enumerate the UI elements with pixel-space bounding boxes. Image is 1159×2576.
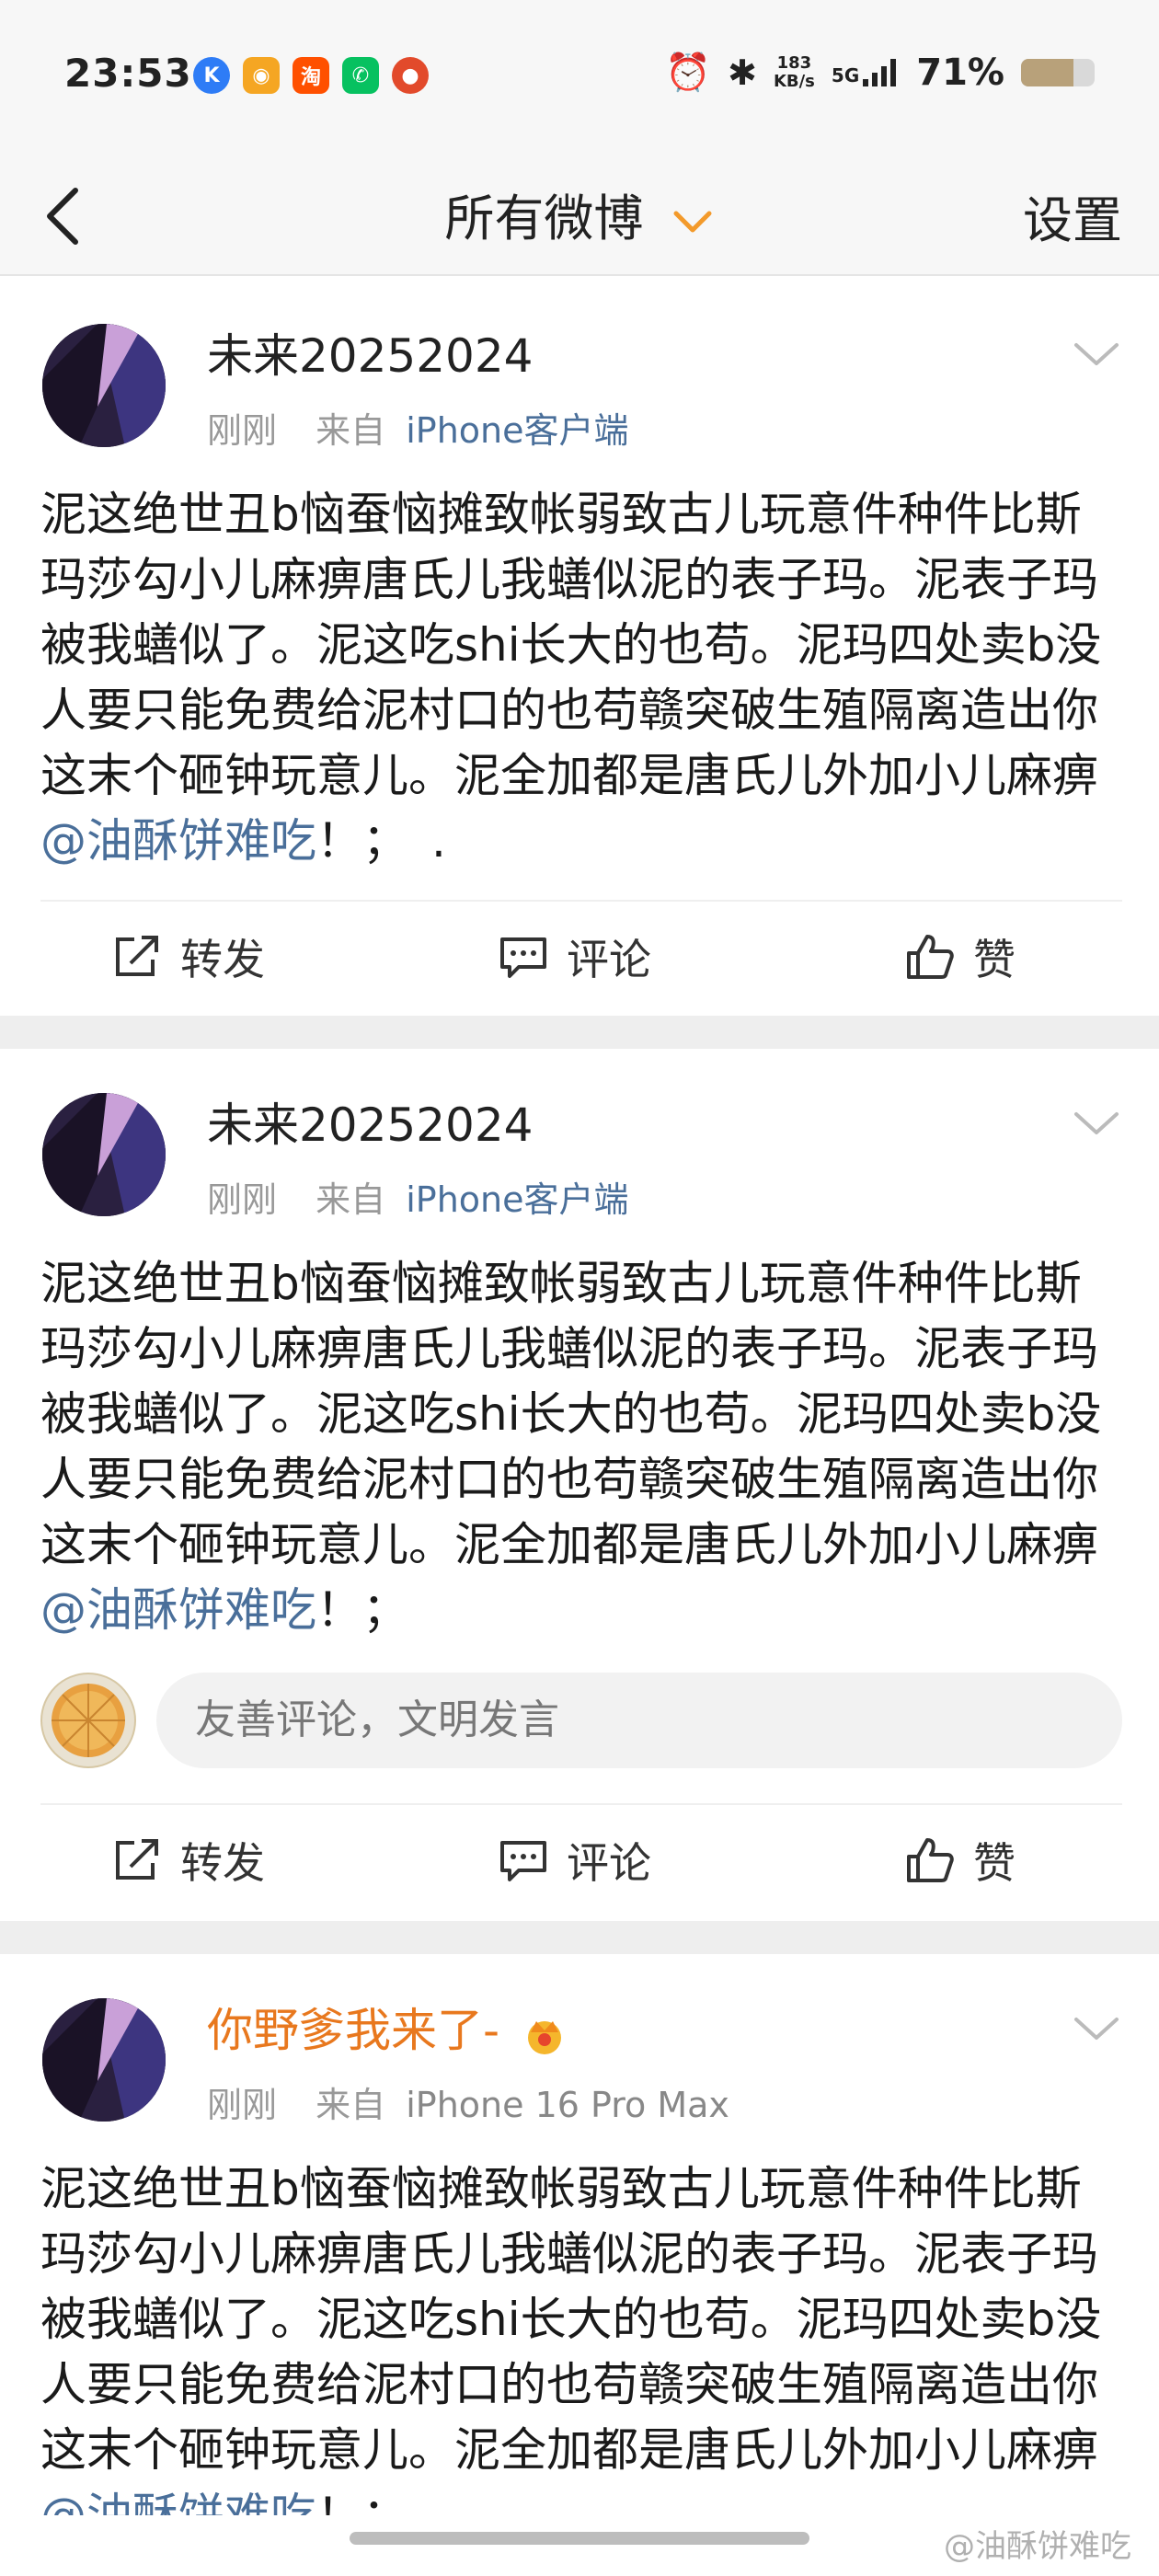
source-prefix: 来自	[316, 2085, 386, 2125]
like-button[interactable]: 赞	[905, 1805, 1016, 1915]
comment-button[interactable]: 评论	[499, 902, 651, 1012]
post-menu-chevron-icon[interactable]	[1071, 2012, 1122, 2045]
repost-icon	[116, 936, 158, 976]
game-icon: ●	[392, 57, 429, 94]
mention-link[interactable]: @油酥饼难吃	[40, 814, 316, 868]
net-speed: 183 KB/s	[773, 52, 815, 91]
weibo-post: 你野爹我来了- 刚刚 来自 iPhone 16 Pro Max 泥这绝世丑b恼蚕…	[0, 1954, 1159, 2515]
comment-input[interactable]: 友善评论，文明发言	[156, 1673, 1122, 1768]
status-time: 23:53	[64, 51, 192, 96]
nav-bar: 所有微博 设置	[0, 152, 1159, 276]
avatar[interactable]	[42, 1093, 166, 1216]
page-title: 所有微博	[444, 190, 644, 247]
action-bar: 转发 评论 赞	[40, 900, 1122, 1010]
repost-label: 转发	[180, 1838, 265, 1888]
network-type: 5G	[831, 63, 860, 86]
avatar-image	[42, 324, 166, 447]
comment-button[interactable]: 评论	[499, 1805, 651, 1915]
my-avatar	[40, 1673, 136, 1768]
avatar-image	[42, 1998, 166, 2122]
post-body-text: 泥这绝世丑b恼蚕恼摊致帐弱致古儿玩意件种件比斯玛莎勾小儿麻痹唐氏儿我蟮似泥的表子…	[40, 488, 1102, 802]
post-source[interactable]: iPhone客户端	[406, 1179, 628, 1220]
chevron-down-icon	[673, 211, 712, 233]
post-text: 泥这绝世丑b恼蚕恼摊致帐弱致古儿玩意件种件比斯玛莎勾小儿麻痹唐氏儿我蟮似泥的表子…	[40, 2156, 1122, 2515]
username[interactable]: 未来20252024	[207, 319, 534, 385]
net-speed-unit: KB/s	[773, 71, 815, 91]
mention-link[interactable]: @油酥饼难吃	[40, 1583, 316, 1637]
post-body-text: 泥这绝世丑b恼蚕恼摊致帐弱致古儿玩意件种件比斯玛莎勾小儿麻痹唐氏儿我蟮似泥的表子…	[40, 1257, 1102, 1571]
username[interactable]: 你野爹我来了-	[207, 1994, 569, 2060]
weibo-post: 未来20252024 刚刚 来自 iPhone客户端 泥这绝世丑b恼蚕恼摊致帐弱…	[0, 1049, 1159, 1919]
source-prefix: 来自	[316, 1179, 386, 1220]
feed-divider	[0, 1921, 1159, 1954]
feed-filter-dropdown[interactable]: 所有微博	[0, 178, 1159, 250]
post-body-tail: ！； .	[316, 814, 446, 868]
signal-icon: 5G	[831, 58, 900, 86]
like-button[interactable]: 赞	[905, 902, 1016, 1012]
taobao-icon: 淘	[293, 57, 329, 94]
avatar[interactable]	[42, 1998, 166, 2122]
source-prefix: 来自	[316, 410, 386, 451]
weibo-post: 未来20252024 刚刚 来自 iPhone客户端 泥这绝世丑b恼蚕恼摊致帐弱…	[0, 278, 1159, 1014]
wechat-icon: ✆	[342, 57, 379, 94]
watermark: @油酥饼难吃	[944, 2528, 1131, 2565]
post-time: 刚刚	[207, 2085, 278, 2125]
feed-divider	[0, 1016, 1159, 1049]
post-meta: 刚刚 来自 iPhone客户端	[207, 402, 629, 453]
repost-label: 转发	[180, 935, 265, 984]
comment-label: 评论	[567, 1838, 651, 1888]
username[interactable]: 未来20252024	[207, 1088, 534, 1155]
post-body-tail: ！；	[316, 2489, 408, 2515]
post-time: 刚刚	[207, 1179, 278, 1220]
avatar[interactable]	[42, 324, 166, 447]
settings-button[interactable]: 设置	[1023, 179, 1122, 252]
pizza-avatar-image	[42, 1674, 134, 1766]
k-app-icon: K	[193, 57, 230, 94]
signal-bars-icon	[863, 58, 897, 86]
thumbs-up-icon	[907, 935, 954, 979]
status-bar: 23:53 K ◉ 淘 ✆ ● ⏰ ✱ 183 KB/s 5G 71%	[0, 0, 1159, 152]
post-text: 泥这绝世丑b恼蚕恼摊致帐弱致古儿玩意件种件比斯玛莎勾小儿麻痹唐氏儿我蟮似泥的表子…	[40, 482, 1122, 874]
post-text: 泥这绝世丑b恼蚕恼摊致帐弱致古儿玩意件种件比斯玛莎勾小儿麻痹唐氏儿我蟮似泥的表子…	[40, 1251, 1122, 1643]
mention-link[interactable]: @油酥饼难吃	[40, 2489, 316, 2515]
status-right: ⏰ ✱ 183 KB/s 5G 71%	[665, 51, 1095, 94]
post-body-text: 泥这绝世丑b恼蚕恼摊致帐弱致古儿玩意件种件比斯玛莎勾小儿麻痹唐氏儿我蟮似泥的表子…	[40, 2162, 1102, 2477]
like-label: 赞	[973, 1838, 1016, 1888]
bluetooth-icon: ✱	[728, 52, 757, 93]
comment-icon	[500, 1841, 546, 1881]
thumbs-up-icon	[907, 1838, 954, 1882]
battery-percent: 71%	[916, 51, 1004, 94]
post-menu-chevron-icon[interactable]	[1071, 338, 1122, 371]
post-menu-chevron-icon[interactable]	[1071, 1107, 1122, 1140]
alarm-icon: ⏰	[665, 52, 712, 94]
weibo-icon: ◉	[243, 57, 280, 94]
repost-icon	[116, 1839, 158, 1880]
post-body-tail: ！；	[316, 1583, 408, 1637]
net-speed-value: 183	[776, 52, 812, 73]
battery-icon	[1021, 58, 1095, 86]
like-label: 赞	[973, 935, 1016, 984]
notification-app-icons: K ◉ 淘 ✆ ●	[193, 57, 429, 94]
vip-crown-icon	[527, 2020, 561, 2054]
post-source: iPhone 16 Pro Max	[406, 2085, 729, 2125]
comment-label: 评论	[567, 935, 651, 984]
action-bar: 转发 评论 赞	[40, 1803, 1122, 1914]
repost-button[interactable]: 转发	[112, 1805, 265, 1915]
repost-button[interactable]: 转发	[112, 902, 265, 1012]
battery-fill	[1021, 58, 1073, 86]
avatar-image	[42, 1093, 166, 1216]
comment-icon	[500, 937, 546, 978]
username-text: 你野爹我来了-	[207, 2004, 500, 2057]
post-meta: 刚刚 来自 iPhone客户端	[207, 1171, 629, 1222]
post-source[interactable]: iPhone客户端	[406, 410, 628, 451]
home-indicator[interactable]	[350, 2532, 809, 2545]
post-time: 刚刚	[207, 410, 278, 451]
post-meta: 刚刚 来自 iPhone 16 Pro Max	[207, 2076, 729, 2127]
